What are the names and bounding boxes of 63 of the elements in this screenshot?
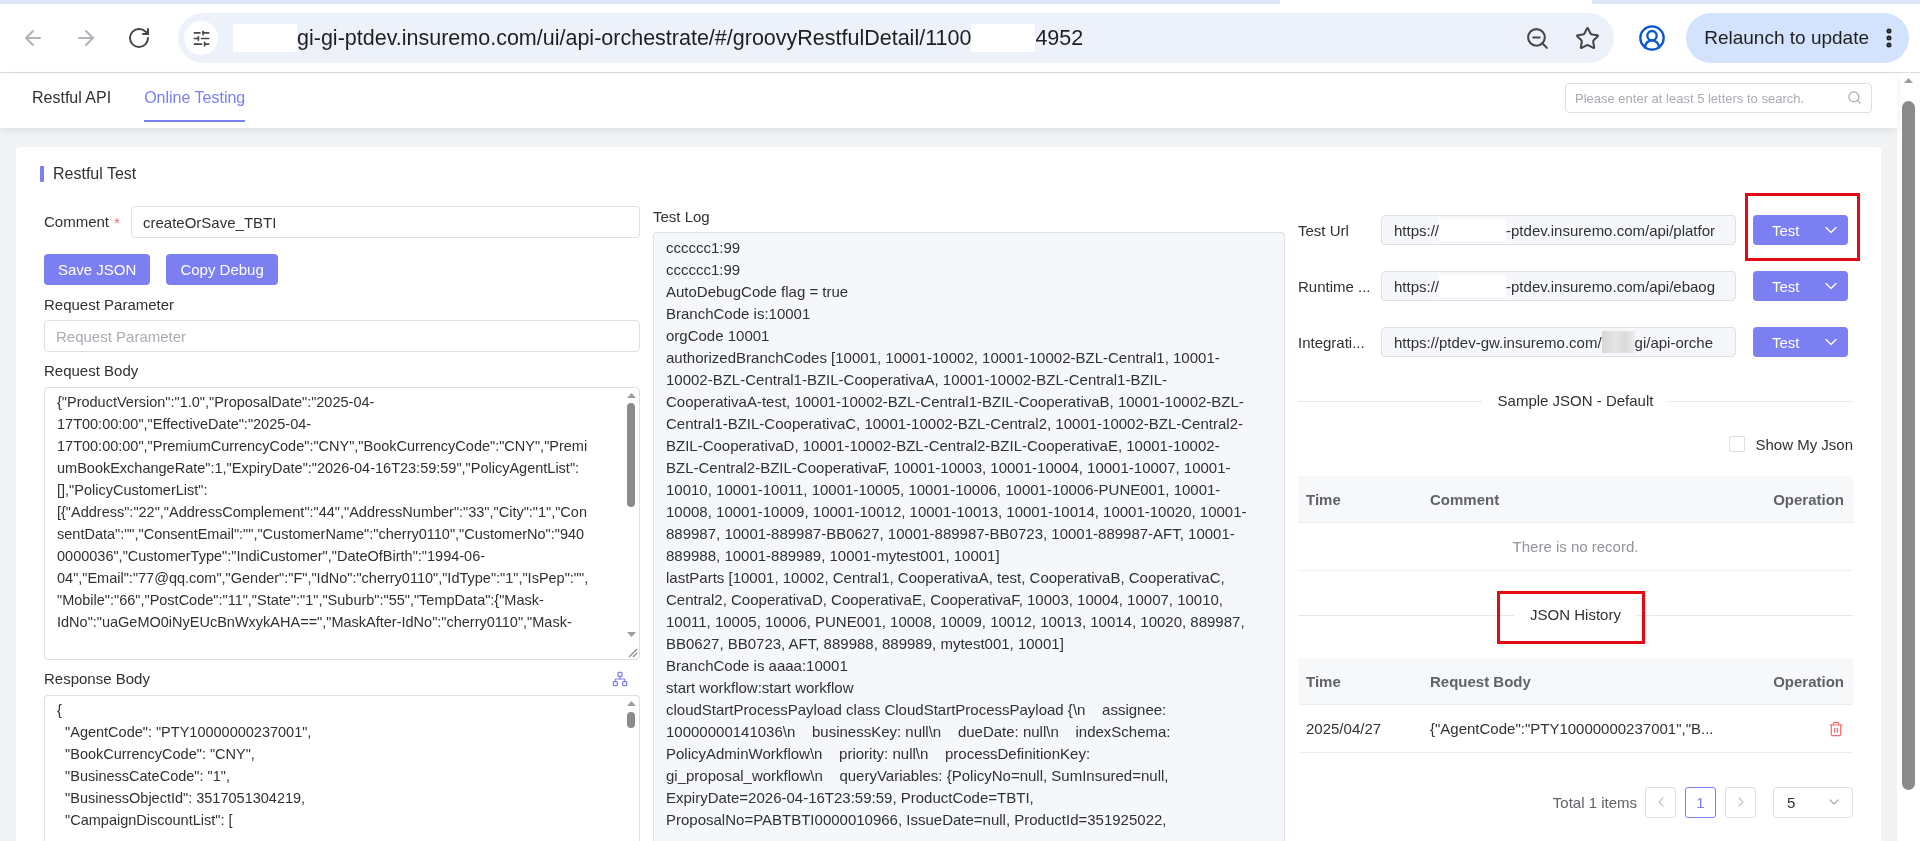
scrollbar-thumb[interactable] <box>1902 101 1915 790</box>
sliders-icon[interactable] <box>184 21 218 55</box>
reload-icon[interactable] <box>127 26 151 50</box>
field-label: Response Body <box>44 669 150 689</box>
table-cell: 2025/04/27 <box>1306 720 1382 737</box>
page-size-select[interactable]: 5 <box>1773 786 1853 818</box>
scroll-up-icon[interactable] <box>626 701 636 706</box>
url-field[interactable]: https:// -ptdev.insuremo.com/api/platfor <box>1381 215 1736 245</box>
url-field[interactable]: https:// -ptdev.insuremo.com/api/ebaog <box>1381 271 1736 301</box>
checkbox[interactable] <box>1729 436 1746 452</box>
column-header: Time <box>1306 672 1341 690</box>
column-header: Operation <box>1773 490 1844 508</box>
column-header: Operation <box>1773 672 1844 690</box>
url-field[interactable]: https://ptdev-gw.insuremo.com/ gi/api-orche <box>1381 327 1736 357</box>
scrollbar-thumb[interactable] <box>627 712 635 728</box>
log-entry: orgCode 10001 <box>666 326 771 346</box>
request-body-field[interactable]: {"ProductVersion":"1.0","ProposalDate":"2025-04-17T00:00:00","EffectiveDate":"2025-04-17T00:00:00","PremiumCurrencyCode":"CNY","BookCurrencyCode":"CNY","PremiumBookExchangeRate":1,"ExpiryDate":"2026-04-16T23:59:59","PolicyAgentList":[],"PolicyCustomerList":[{"Address":"22","AddressComplement":"44","AddressNumber":"33","City":"1","ConsentData":"","ConsentEmail":"","CustomerName":"cherry0110","CustomerNo":"9400000036","CustomerType":"IndiCustomer","DateOfBirth":"1994-06-04","Email":"77@qq.com","Gender":"F","IdNo":"cherry0110","IdType":"1","IsPep":"","Mobile":"66","PostCode":"11","State":"1","Suburb":"55","TempData":{"Mask-IdNo":"uaGeMO0iNyEUcBnWxykAHA==","MaskAfter-IdNo":"cherry0110","Mask- <box>44 387 640 660</box>
search-field[interactable]: Please enter at least 5 letters to search. <box>1565 83 1872 113</box>
star-icon[interactable] <box>1575 25 1601 51</box>
column-header: Time <box>1306 490 1341 508</box>
address-bar[interactable]: gi-gi-ptdev.insuremo.com/ui/api-orchestrate/#/groovyRestfulDetail/1100 4952 <box>178 13 1615 63</box>
field-label: Request Body <box>44 361 140 381</box>
field-label: Integrati... <box>1298 333 1366 351</box>
accent-bar <box>40 166 44 182</box>
field-label: Test Url <box>1298 221 1350 239</box>
field-label: Request Parameter <box>44 295 176 315</box>
column-header: Comment <box>1430 490 1500 508</box>
hierarchy-icon[interactable] <box>612 671 628 687</box>
relaunch-button[interactable]: Relaunch to update <box>1686 13 1909 63</box>
log-entry: cccccc1:99 <box>666 238 742 258</box>
comment-field[interactable]: createOrSave_TBTI <box>131 206 640 238</box>
empty-message: There is no record. <box>1512 538 1639 555</box>
scroll-up-icon[interactable] <box>1904 78 1913 83</box>
log-entry: cloudStartProcessPayload class CloudStartProcessPayload {\n assignee: 10000000141036\n businessKey: null\n dueDate: null\n indexSchema: PolicyAdminWorkflow\n priority: null\n processDefinitionKey: gi_proposal_workflow\n queryVariables: {PolicyNo=null, SumInsured=null, ExpiryDate=2026-04-16T23:59:59, ProductCode=TBTI, ProposalNo=PABTBTI0000010966, IssueDate=null, ProductId=351925022, <box>666 700 1172 830</box>
section-title: JSON History <box>1530 605 1621 625</box>
log-entry: lastParts [10001, 10002, Central1, CooperativaA, test, CooperativaB, CooperativaC, Central2, CooperativaD, CooperativaE, CooperativaF, 10003, 10004, 10007, 10010, 10011, 10005, 10006, PUNE001, 10008, 10009, 10012, 10013, 10014, 10020, 889987, BB0627, BB0723, AFT, 889988, 889989, mytest001, 10001] <box>666 568 1246 654</box>
log-entry: BranchCode is:10001 <box>666 304 812 324</box>
scroll-up-icon[interactable] <box>626 393 636 398</box>
nav-tab[interactable]: Restful API <box>32 73 112 122</box>
zoom-out-icon[interactable] <box>1525 25 1551 51</box>
search-icon[interactable] <box>1847 90 1862 105</box>
field-label: Test Log <box>653 207 711 227</box>
profile-icon[interactable] <box>1638 24 1667 52</box>
checkbox-label[interactable]: Show My Json <box>1755 435 1853 453</box>
redaction-block <box>1601 331 1635 353</box>
response-body-field[interactable]: { "AgentCode": "PTY10000000237001", "BookCurrencyCode": "CNY", "BusinessCateCode": "1", "BusinessObjectId": 3517051304219, "CampaignDiscountList": [ <box>44 695 640 841</box>
table-cell: {"AgentCode":"PTY10000000237001","B... <box>1430 720 1714 737</box>
column-header: Request Body <box>1430 672 1531 690</box>
panel-title: Restful Test <box>53 164 137 184</box>
scroll-down-icon[interactable] <box>626 632 636 637</box>
log-entry: BranchCode is aaaa:10001 <box>666 656 849 676</box>
trash-icon[interactable] <box>1828 720 1844 737</box>
log-entry: AutoDebugCode flag = true <box>666 282 850 302</box>
field-label: Comment <box>44 212 110 232</box>
field-label: Runtime ... <box>1298 277 1372 295</box>
resize-grip-icon[interactable] <box>626 646 638 658</box>
log-entry: cccccc1:99 <box>666 260 742 280</box>
request-parameter-field[interactable]: Request Parameter <box>44 320 640 352</box>
log-entry: start workflow:start workflow <box>666 678 855 698</box>
section-title: Sample JSON - Default <box>1497 391 1654 411</box>
total-count: Total 1 items <box>1552 793 1637 811</box>
required-mark: * <box>114 213 120 231</box>
scrollbar-thumb[interactable] <box>627 403 635 507</box>
